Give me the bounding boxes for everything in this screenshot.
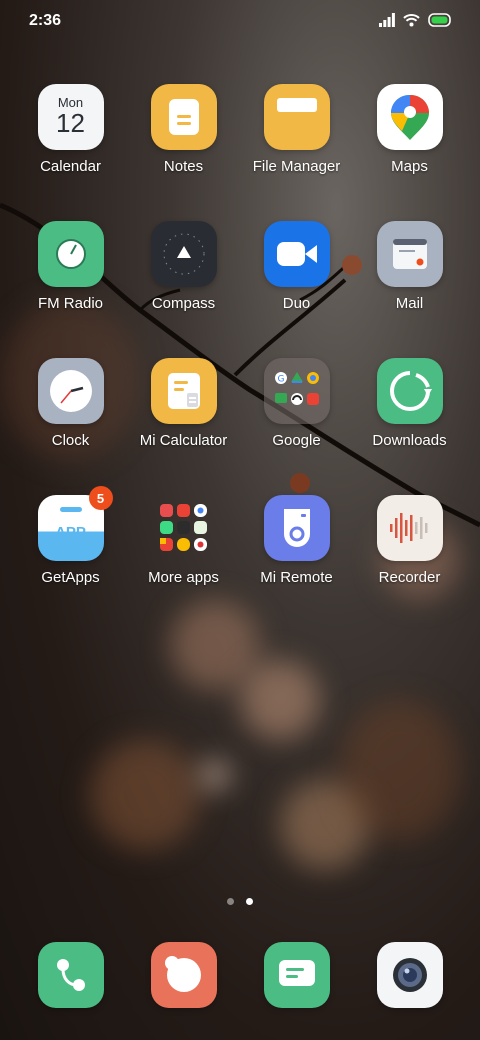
dock-camera[interactable] [353, 942, 466, 1008]
page-dot-1[interactable] [227, 898, 234, 905]
app-file-manager[interactable]: File Manager [240, 84, 353, 175]
svg-text:G: G [277, 375, 284, 385]
app-recorder[interactable]: Recorder [353, 495, 466, 586]
app-notes[interactable]: Notes [127, 84, 240, 175]
app-clock[interactable]: Clock [14, 358, 127, 449]
more-apps-folder-icon [151, 495, 217, 561]
signal-icon [379, 13, 395, 32]
app-label: File Manager [252, 158, 341, 175]
wifi-icon [403, 13, 420, 32]
app-label: Mail [395, 295, 424, 312]
calendar-icon: Mon 12 [37, 84, 104, 150]
dock-messaging[interactable] [127, 942, 240, 1008]
app-mi-remote[interactable]: Mi Remote [240, 495, 353, 586]
app-label: Google [272, 432, 321, 449]
status-bar: 2:36 [0, 0, 480, 44]
app-calendar[interactable]: Mon 12 Calendar [14, 84, 127, 175]
dock-messages[interactable] [240, 942, 353, 1008]
app-fm-radio[interactable]: FM Radio [14, 221, 127, 312]
notes-icon [150, 84, 217, 150]
app-label: Duo [282, 295, 311, 312]
app-compass[interactable]: Compass [127, 221, 240, 312]
remote-icon [263, 495, 330, 561]
calendar-date: 12 [56, 107, 85, 138]
app-maps[interactable]: Maps [353, 84, 466, 175]
app-label: Notes [163, 158, 204, 175]
app-label: More apps [148, 569, 219, 586]
video-camera-icon [263, 221, 330, 287]
waveform-icon [376, 495, 443, 561]
phone-icon [37, 942, 104, 1008]
status-icons [379, 13, 452, 32]
chat-bubble-icon [150, 942, 217, 1008]
folder-google[interactable]: G Google [240, 358, 353, 449]
app-label: Compass [151, 295, 216, 312]
app-label: Maps [391, 158, 428, 175]
radio-icon [37, 221, 104, 287]
map-pin-icon [376, 84, 443, 150]
getapps-icon: APP 5 [37, 486, 113, 561]
clock-icon [37, 358, 104, 424]
folder-icon [263, 84, 330, 150]
message-icon [263, 942, 330, 1008]
app-label: Mi Calculator [139, 432, 228, 449]
app-downloads[interactable]: Downloads [353, 358, 466, 449]
app-label: Calendar [40, 158, 101, 175]
folder-more-apps[interactable]: More apps [127, 495, 240, 586]
getapps-icon-text: APP [55, 523, 86, 541]
battery-icon [428, 13, 452, 32]
page-indicator [0, 898, 480, 905]
app-label: FM Radio [37, 295, 104, 312]
camera-icon [376, 942, 443, 1008]
app-label: Recorder [378, 569, 441, 586]
app-duo[interactable]: Duo [240, 221, 353, 312]
download-icon [376, 358, 443, 424]
app-getapps[interactable]: APP 5 GetApps [14, 486, 127, 586]
google-folder-icon: G [263, 358, 330, 424]
notification-badge: 5 [88, 486, 113, 510]
calculator-icon [150, 358, 217, 424]
status-time: 2:36 [29, 12, 62, 29]
app-label: Clock [51, 432, 90, 449]
page-dot-2[interactable] [246, 898, 253, 905]
calendar-day: Mon [57, 94, 84, 110]
mail-icon [376, 221, 443, 287]
app-mail[interactable]: Mail [353, 221, 466, 312]
app-label: Mi Remote [260, 569, 333, 586]
dock-phone[interactable] [14, 942, 127, 1008]
compass-icon [150, 221, 217, 287]
app-label: Downloads [372, 432, 447, 449]
dock [0, 942, 480, 1008]
app-label: GetApps [41, 569, 100, 586]
app-mi-calculator[interactable]: Mi Calculator [127, 358, 240, 449]
